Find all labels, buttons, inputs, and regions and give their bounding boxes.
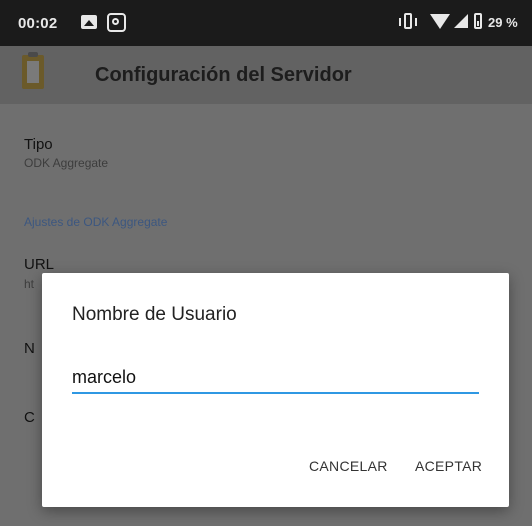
clipboard-icon — [22, 52, 44, 89]
cancel-button[interactable]: CANCELAR — [309, 458, 388, 474]
battery-icon — [474, 13, 482, 29]
pref-username-title: N — [24, 340, 35, 357]
screen: 00:02 29 % Configuración del Servidor Ti… — [0, 0, 532, 526]
accept-button[interactable]: ACEPTAR — [415, 458, 482, 474]
wifi-icon — [430, 14, 450, 29]
gallery-icon — [81, 15, 97, 29]
category-title: Ajustes de ODK Aggregate — [24, 215, 168, 229]
username-input[interactable] — [72, 362, 479, 394]
app-bar: Configuración del Servidor — [0, 46, 532, 104]
vibrate-icon — [399, 13, 417, 29]
signal-icon — [454, 14, 468, 28]
pref-type-summary: ODK Aggregate — [24, 156, 109, 170]
pref-url-title: URL — [24, 256, 55, 273]
status-bar: 00:02 29 % — [0, 0, 532, 46]
page-title: Configuración del Servidor — [95, 64, 352, 86]
pref-url-summary: ht — [24, 277, 35, 291]
dialog-title: Nombre de Usuario — [72, 304, 237, 325]
status-time: 00:02 — [18, 15, 58, 32]
pref-password-title: C — [24, 409, 35, 426]
app-notification-icon — [107, 13, 126, 32]
battery-level: 29 % — [488, 15, 518, 30]
pref-type-title: Tipo — [24, 136, 53, 153]
username-dialog: Nombre de Usuario CANCELAR ACEPTAR — [42, 273, 509, 507]
